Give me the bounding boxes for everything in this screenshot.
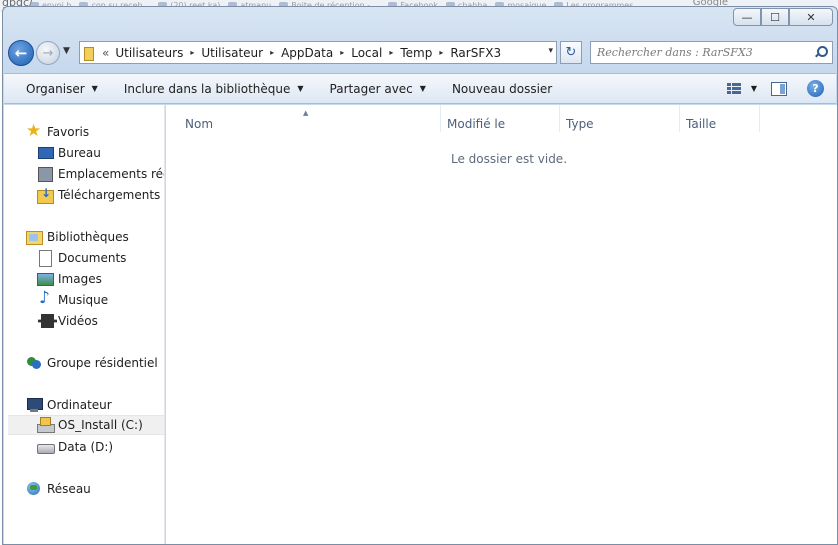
column-modified[interactable]: Modifié le	[441, 105, 560, 132]
forward-arrow-icon: →	[42, 45, 54, 61]
dropdown-arrow-icon: ▼	[419, 84, 426, 93]
nav-drive-c[interactable]: OS_Install (C:)	[8, 415, 164, 435]
forward-button[interactable]: →	[36, 41, 60, 65]
details-view-icon	[726, 83, 741, 94]
command-bar: Organiser ▼ Inclure dans la bibliothèque ▼…	[4, 73, 836, 104]
folder-icon	[84, 46, 96, 61]
preview-pane-icon[interactable]	[771, 81, 787, 96]
nav-images[interactable]: Images	[37, 269, 102, 289]
nav-computer[interactable]: Ordinateur	[26, 395, 112, 415]
nav-favorites[interactable]: Favoris	[26, 121, 89, 142]
refresh-button[interactable]: ↻	[560, 41, 582, 64]
recent-places-icon	[37, 166, 53, 182]
breadcrumb-item[interactable]: Utilisateur ▸	[201, 46, 281, 60]
navigation-pane: Favoris Bureau Emplacements récents Télé…	[4, 105, 165, 544]
breadcrumb-item[interactable]: Local ▸	[351, 46, 400, 60]
star-icon	[26, 121, 42, 141]
command-bar-right: ▼ ?	[726, 74, 836, 103]
breadcrumb-overflow[interactable]: «	[102, 46, 109, 60]
homegroup-icon	[26, 355, 42, 371]
column-type[interactable]: Type	[560, 105, 680, 132]
film-icon	[37, 313, 57, 329]
dropdown-arrow-icon: ▼	[297, 84, 304, 93]
network-icon	[26, 481, 42, 497]
breadcrumb-separator-icon[interactable]: ▸	[439, 48, 443, 57]
refresh-icon: ↻	[565, 45, 577, 60]
share-menu[interactable]: Partager avec ▼	[317, 74, 439, 103]
nav-recent-places[interactable]: Emplacements récents	[37, 164, 164, 184]
address-dropdown[interactable]: ▾	[548, 46, 553, 56]
back-arrow-icon: ←	[14, 44, 28, 62]
column-headers: ▲ Nom Modifié le Type Taille	[166, 105, 837, 132]
organise-menu[interactable]: Organiser ▼	[4, 74, 111, 103]
nav-libraries[interactable]: Bibliothèques	[26, 227, 129, 247]
dropdown-arrow-icon: ▼	[91, 84, 98, 93]
nav-documents[interactable]: Documents	[37, 248, 126, 268]
empty-folder-message: Le dossier est vide.	[451, 152, 568, 166]
picture-icon	[37, 271, 54, 287]
breadcrumb-separator-icon[interactable]: ▸	[340, 48, 344, 57]
nav-drive-d[interactable]: Data (D:)	[37, 437, 113, 457]
dropdown-arrow-icon[interactable]: ▼	[751, 84, 757, 93]
nav-desktop[interactable]: Bureau	[37, 143, 101, 163]
nav-homegroup[interactable]: Groupe résidentiel	[26, 353, 158, 373]
maximize-button[interactable]: ☐	[761, 8, 789, 26]
breadcrumb-item[interactable]: Utilisateurs ▸	[115, 46, 201, 60]
minimize-button[interactable]: —	[733, 8, 761, 26]
close-button[interactable]: ✕	[789, 8, 833, 26]
history-dropdown[interactable]: ▼	[63, 46, 70, 56]
nav-downloads[interactable]: Téléchargements	[37, 185, 160, 205]
search-placeholder: Rechercher dans : RarSFX3	[597, 46, 753, 59]
include-library-menu[interactable]: Inclure dans la bibliothèque ▼	[111, 74, 317, 103]
file-list-pane[interactable]: ▲ Nom Modifié le Type Taille Le dossier …	[166, 105, 837, 544]
explorer-window: — ☐ ✕ ← → ▼ « Utilisateurs ▸ Utilisateur ▸…	[2, 6, 838, 545]
change-view-button[interactable]: ▼	[726, 83, 757, 94]
new-folder-button[interactable]: Nouveau dossier	[439, 74, 565, 103]
breadcrumb[interactable]: « Utilisateurs ▸ Utilisateur ▸ AppData ▸ Lo…	[79, 41, 557, 64]
address-row: ← → ▼ « Utilisateurs ▸ Utilisateur ▸ AppDa…	[3, 37, 837, 69]
downloads-icon	[37, 186, 54, 204]
drive-icon	[37, 439, 55, 455]
help-icon[interactable]: ?	[807, 80, 824, 97]
breadcrumb-item-current[interactable]: RarSFX3	[450, 46, 501, 60]
search-icon[interactable]	[814, 46, 828, 58]
back-button[interactable]: ←	[8, 40, 34, 66]
breadcrumb-separator-icon[interactable]: ▸	[389, 48, 393, 57]
nav-music[interactable]: Musique	[37, 288, 108, 310]
column-size[interactable]: Taille	[680, 105, 760, 132]
music-note-icon	[37, 288, 53, 308]
desktop-icon	[37, 145, 54, 161]
column-name[interactable]: Nom	[179, 105, 441, 132]
computer-icon	[26, 397, 43, 413]
library-icon	[26, 229, 43, 245]
breadcrumb-item[interactable]: Temp ▸	[400, 46, 450, 60]
breadcrumb-item[interactable]: AppData ▸	[281, 46, 351, 60]
system-drive-icon	[37, 417, 55, 433]
document-icon	[37, 250, 53, 267]
breadcrumb-separator-icon[interactable]: ▸	[190, 48, 194, 57]
caption-buttons: — ☐ ✕	[733, 8, 833, 26]
nav-network[interactable]: Réseau	[26, 479, 91, 499]
breadcrumb-separator-icon[interactable]: ▸	[270, 48, 274, 57]
search-input[interactable]: Rechercher dans : RarSFX3	[590, 41, 833, 64]
nav-videos[interactable]: Vidéos	[37, 311, 98, 331]
